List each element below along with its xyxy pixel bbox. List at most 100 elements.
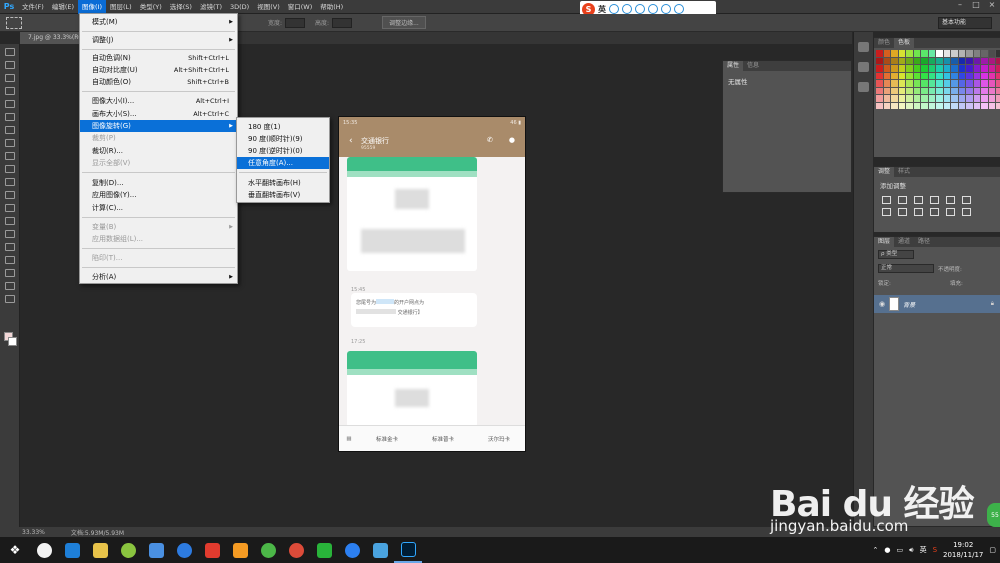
color-swatch[interactable] xyxy=(891,95,898,102)
taskbar-app[interactable] xyxy=(338,537,366,563)
taskbar-app[interactable] xyxy=(282,537,310,563)
taskbar-app[interactable] xyxy=(394,537,422,563)
color-swatch[interactable] xyxy=(966,80,973,87)
color-swatch[interactable] xyxy=(996,87,1000,94)
tray-chevron-icon[interactable]: ⌃ xyxy=(873,546,879,554)
color-swatch[interactable] xyxy=(936,65,943,72)
layer-name[interactable]: 背景 xyxy=(903,300,915,309)
menu-item-image-rotation[interactable]: 图像旋转(G) ▶ xyxy=(80,120,237,132)
menu-item-variables[interactable]: 变量(B) ▶ xyxy=(80,221,237,233)
photo-filter-icon[interactable] xyxy=(914,208,923,216)
close-icon[interactable]: × xyxy=(984,0,1000,12)
punctuation-icon[interactable] xyxy=(609,4,619,14)
floating-badge[interactable]: 55 xyxy=(987,503,1000,527)
taskbar-app[interactable] xyxy=(30,537,58,563)
color-swatch[interactable] xyxy=(951,65,958,72)
color-swatch[interactable] xyxy=(876,95,883,102)
menu-item-analysis[interactable]: 分析(A) ▶ xyxy=(80,271,237,283)
microphone-icon[interactable] xyxy=(635,4,645,14)
menu-file[interactable]: 文件(F) xyxy=(18,0,48,14)
color-swatch[interactable] xyxy=(891,80,898,87)
color-swatch[interactable] xyxy=(973,72,980,79)
tab-properties[interactable]: 属性 xyxy=(723,61,744,71)
tab-color[interactable]: 颜色 xyxy=(874,38,894,48)
menu-window[interactable]: 窗口(W) xyxy=(284,0,317,14)
color-swatch[interactable] xyxy=(958,87,965,94)
brush-tool-icon[interactable] xyxy=(4,139,15,147)
color-swatch[interactable] xyxy=(928,65,935,72)
color-swatch[interactable] xyxy=(981,50,988,57)
color-swatch[interactable] xyxy=(876,87,883,94)
taskbar-app[interactable] xyxy=(58,537,86,563)
levels-icon[interactable] xyxy=(898,196,907,204)
color-swatch[interactable] xyxy=(898,50,905,57)
color-swatch[interactable] xyxy=(891,65,898,72)
color-swatch[interactable] xyxy=(921,72,928,79)
color-swatch[interactable] xyxy=(876,50,883,57)
pen-tool-icon[interactable] xyxy=(4,230,15,238)
info-panel-icon[interactable] xyxy=(858,82,869,92)
menu-item-auto-tone[interactable]: 自动色调(N) Shift+Ctrl+L xyxy=(80,52,237,64)
color-swatch[interactable] xyxy=(921,80,928,87)
color-swatch[interactable] xyxy=(921,87,928,94)
brightness-icon[interactable] xyxy=(882,196,891,204)
menu-item-image-size[interactable]: 图像大小(I)... Alt+Ctrl+I xyxy=(80,95,237,107)
color-swatch[interactable] xyxy=(898,87,905,94)
color-swatch[interactable] xyxy=(906,50,913,57)
color-swatch[interactable] xyxy=(913,57,920,64)
color-swatch[interactable] xyxy=(958,50,965,57)
color-swatch[interactable] xyxy=(883,57,890,64)
zoom-level[interactable]: 33.33% xyxy=(22,529,45,536)
tab-paths[interactable]: 路径 xyxy=(914,237,934,247)
color-swatch[interactable] xyxy=(921,95,928,102)
color-swatch[interactable] xyxy=(891,102,898,109)
color-swatch[interactable] xyxy=(951,87,958,94)
menu-item-apply-image[interactable]: 应用图像(Y)... xyxy=(80,189,237,201)
color-swatch[interactable] xyxy=(891,50,898,57)
color-swatch[interactable] xyxy=(936,87,943,94)
color-swatch[interactable] xyxy=(988,65,995,72)
color-swatch[interactable] xyxy=(966,57,973,64)
color-swatch[interactable] xyxy=(898,95,905,102)
lasso-tool-icon[interactable] xyxy=(4,74,15,82)
menu-item-auto-contrast[interactable]: 自动对比度(U) Alt+Shift+Ctrl+L xyxy=(80,64,237,76)
color-swatch[interactable] xyxy=(943,87,950,94)
color-swatch[interactable] xyxy=(951,95,958,102)
menu-view[interactable]: 视图(V) xyxy=(253,0,284,14)
menu-image[interactable]: 图像(I) xyxy=(78,0,106,14)
color-swatch[interactable] xyxy=(996,95,1000,102)
start-menu-icon[interactable]: ❖ xyxy=(0,537,30,563)
menu-item-trim[interactable]: 裁切(R)... xyxy=(80,145,237,157)
blend-mode-select[interactable]: 正常 xyxy=(878,264,934,273)
sogou-tray-icon[interactable]: S xyxy=(933,546,937,554)
eraser-tool-icon[interactable] xyxy=(4,178,15,186)
menu-3d[interactable]: 3D(D) xyxy=(226,0,253,14)
tab-layers[interactable]: 图层 xyxy=(874,237,895,247)
document-image[interactable]: 15:35 46 ▮ ‹ 交通银行 95559 ✆ ● 15:45 您尾号为 的开… xyxy=(338,116,526,452)
color-swatch[interactable] xyxy=(958,102,965,109)
color-swatch[interactable] xyxy=(988,102,995,109)
color-swatch[interactable] xyxy=(966,102,973,109)
color-swatch[interactable] xyxy=(898,65,905,72)
taskbar-app[interactable] xyxy=(198,537,226,563)
color-swatch[interactable] xyxy=(973,80,980,87)
color-swatch[interactable] xyxy=(951,72,958,79)
color-swatch[interactable] xyxy=(936,72,943,79)
tab-swatches[interactable]: 色板 xyxy=(894,38,915,48)
color-swatch[interactable] xyxy=(951,102,958,109)
clock[interactable]: 19:02 2018/11/17 xyxy=(943,540,983,560)
color-swatch[interactable] xyxy=(921,65,928,72)
color-swatch[interactable] xyxy=(966,65,973,72)
crop-tool-icon[interactable] xyxy=(4,100,15,108)
color-swatch[interactable] xyxy=(988,87,995,94)
invert-icon[interactable] xyxy=(962,208,971,216)
color-swatch[interactable] xyxy=(943,72,950,79)
quick-select-tool-icon[interactable] xyxy=(4,87,15,95)
color-swatch[interactable] xyxy=(906,102,913,109)
color-swatch[interactable] xyxy=(966,50,973,57)
exposure-icon[interactable] xyxy=(930,196,939,204)
menu-item-reveal-all[interactable]: 显示全部(V) xyxy=(80,157,237,169)
color-swatch[interactable] xyxy=(891,57,898,64)
vibrance-icon[interactable] xyxy=(946,196,955,204)
blur-tool-icon[interactable] xyxy=(4,204,15,212)
